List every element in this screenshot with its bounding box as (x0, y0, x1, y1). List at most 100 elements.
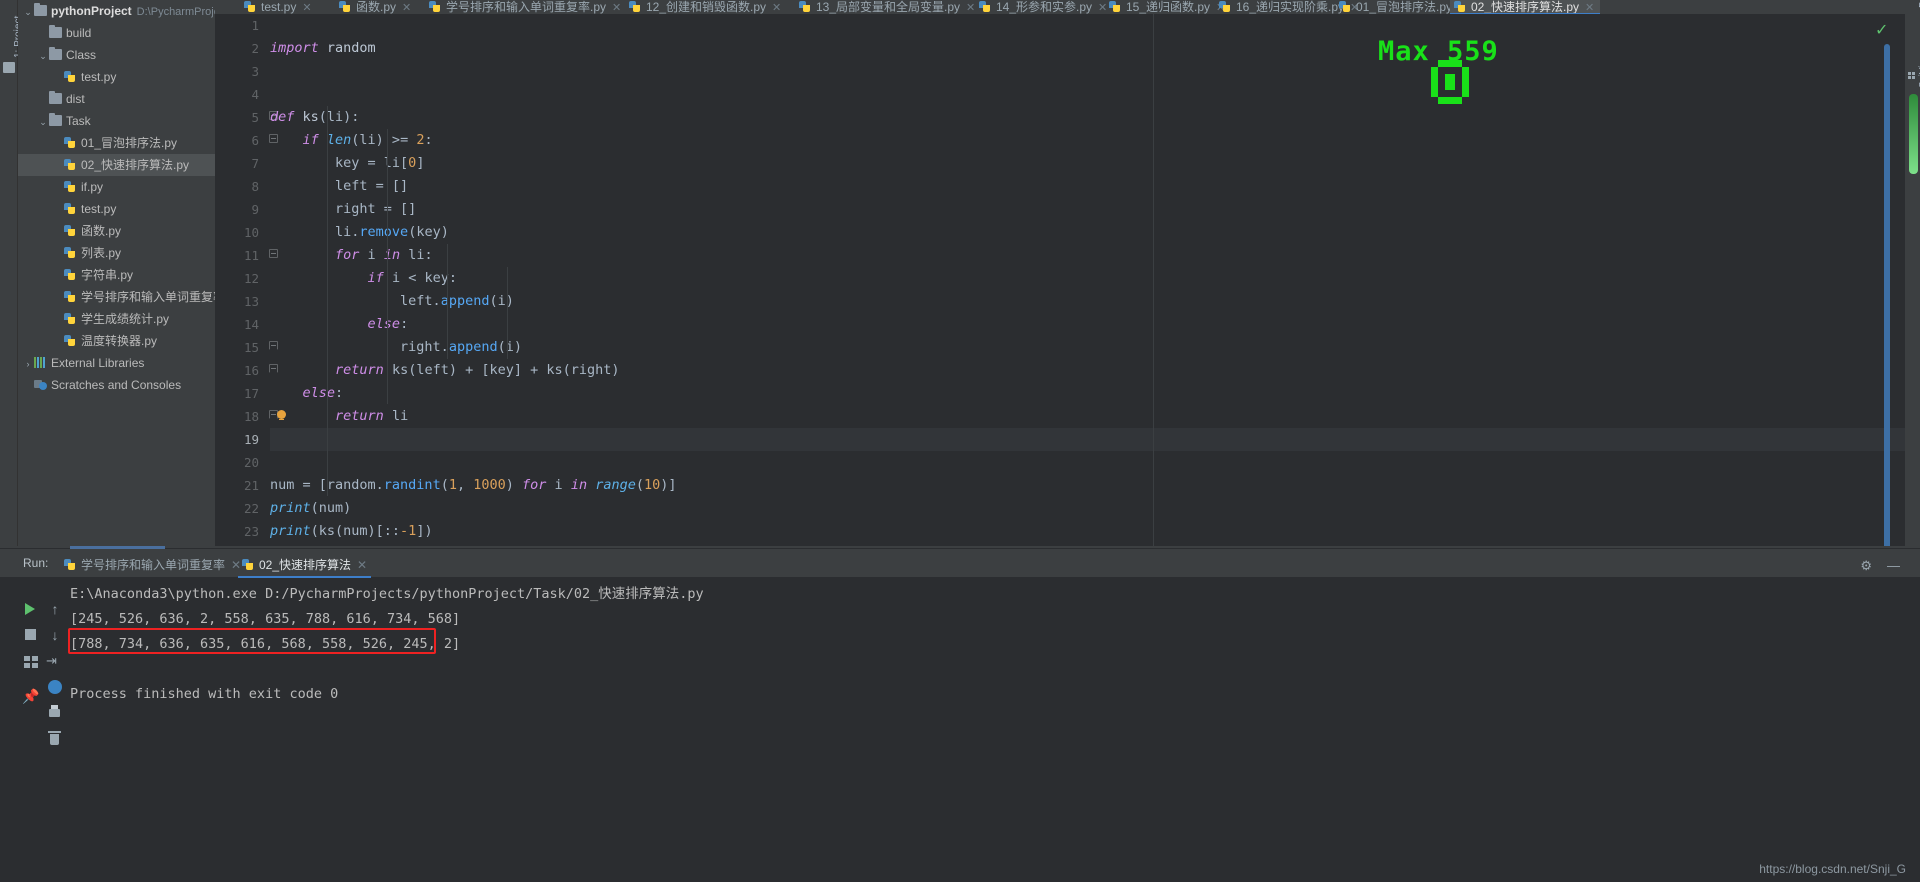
tree-item-15[interactable]: 温度转换器.py (18, 330, 215, 352)
close-icon[interactable]: ✕ (1585, 2, 1594, 14)
editor-vertical-scrollbar[interactable] (1884, 44, 1890, 560)
pin-tab-icon[interactable]: 📌 (22, 688, 40, 706)
tree-item-7[interactable]: 02_快速排序算法.py (18, 154, 215, 176)
code-line[interactable]: return li (270, 405, 1905, 428)
scroll-to-end-button[interactable] (46, 678, 64, 696)
tree-item-10[interactable]: 函数.py (18, 220, 215, 242)
code-line[interactable]: num = [random.randint(1, 1000) for i in … (270, 474, 1905, 497)
console-output[interactable]: E:\Anaconda3\python.exe D:/PycharmProjec… (70, 582, 1890, 882)
code-line[interactable]: print(ks(num)[::-1]) (270, 520, 1905, 543)
sciview-thumb[interactable] (1909, 94, 1918, 174)
code-token: append (440, 293, 490, 309)
code-line[interactable] (270, 428, 1905, 451)
code-token: right = [] (270, 201, 417, 217)
tree-item-9[interactable]: test.py (18, 198, 215, 220)
tree-item-6[interactable]: 01_冒泡排序法.py (18, 132, 215, 154)
code-token: (num) (310, 500, 352, 516)
tree-item-12[interactable]: 字符串.py (18, 264, 215, 286)
code-line[interactable] (270, 83, 1905, 106)
code-line[interactable] (270, 451, 1905, 474)
close-icon[interactable]: ✕ (302, 2, 311, 14)
close-icon[interactable]: ✕ (357, 558, 367, 572)
code-line[interactable]: print(num) (270, 497, 1905, 520)
tree-item-8[interactable]: if.py (18, 176, 215, 198)
inspection-ok-icon[interactable]: ✓ (1875, 20, 1888, 40)
tree-item-11[interactable]: 列表.py (18, 242, 215, 264)
print-button[interactable] (46, 704, 64, 722)
clear-all-button[interactable] (46, 730, 64, 748)
code-line[interactable] (270, 60, 1905, 83)
code-line[interactable]: li.remove(key) (270, 221, 1905, 244)
editor-tab-6[interactable]: 15_递归函数.py ✕ (1105, 0, 1231, 14)
close-icon[interactable]: ✕ (966, 2, 975, 14)
python-file-icon (1109, 1, 1122, 12)
scroll-up-button[interactable]: ↑ (46, 600, 64, 618)
project-tree-panel[interactable]: ⌄ pythonProject D:\PycharmProject build ⌄ Cla… (18, 0, 215, 546)
tree-item-16[interactable]: › External Libraries (18, 352, 215, 374)
line-number: 18 (243, 409, 259, 424)
editor-tab-1[interactable]: 函数.py ✕ (335, 0, 417, 14)
code-text-area[interactable]: import random def ks(li): if len(li) >= … (270, 14, 1905, 546)
code-line[interactable]: right.append(i) (270, 336, 1905, 359)
code-line[interactable] (270, 14, 1905, 37)
code-line[interactable]: else: (270, 382, 1905, 405)
editor-tab-0[interactable]: test.py ✕ (240, 0, 318, 14)
code-line[interactable]: left.append(i) (270, 290, 1905, 313)
close-icon[interactable]: ✕ (612, 2, 621, 14)
tree-item-17[interactable]: Scratches and Consoles (18, 374, 215, 396)
line-number: 12 (243, 271, 259, 286)
scroll-down-button[interactable]: ↓ (46, 626, 64, 644)
code-line[interactable]: if i < key: (270, 267, 1905, 290)
code-editor[interactable]: 1 2 3 4 5 6 7 8 9 10 11 12 13 14 15 16 17 18 19 20 21 22 23 im… (215, 14, 1905, 546)
code-line[interactable]: key = li[0] (270, 152, 1905, 175)
run-tab-1[interactable]: 02_快速排序算法 ✕ (238, 553, 372, 578)
libraries-icon (34, 357, 47, 368)
editor-tab-2[interactable]: 学号排序和输入单词重复率.py ✕ (425, 0, 627, 14)
tree-item-14[interactable]: 学生成绩统计.py (18, 308, 215, 330)
code-line[interactable]: right = [] (270, 198, 1905, 221)
tree-item-13[interactable]: 学号排序和输入单词重复率.py (18, 286, 215, 308)
chevron-right-icon[interactable]: › (22, 353, 34, 375)
line-number: 2 (251, 41, 259, 56)
code-line[interactable]: left = [] (270, 175, 1905, 198)
editor-tab-label: test.py (261, 0, 297, 14)
tree-item-2[interactable]: ⌄ Class (18, 44, 215, 66)
python-file-icon (1454, 1, 1467, 12)
minimize-icon[interactable]: — (1887, 558, 1900, 573)
code-line[interactable]: for i in li: (270, 244, 1905, 267)
editor-tab-5[interactable]: 14_形参和实参.py ✕ (975, 0, 1113, 14)
chevron-down-icon[interactable]: ⌄ (22, 1, 34, 23)
editor-tab-3[interactable]: 12_创建和销毁函数.py ✕ (625, 0, 787, 14)
rerun-button[interactable] (22, 600, 40, 618)
project-tree[interactable]: ⌄ pythonProject D:\PycharmProject build ⌄ Cla… (18, 0, 215, 396)
code-line[interactable]: return ks(left) + [key] + ks(right) (270, 359, 1905, 382)
chevron-down-icon[interactable]: ⌄ (37, 111, 49, 133)
code-line[interactable]: def ks(li): (270, 106, 1905, 129)
tree-item-0[interactable]: ⌄ pythonProject D:\PycharmProject (18, 0, 215, 22)
scratches-icon (34, 379, 47, 390)
run-panel-divider[interactable] (0, 546, 1920, 548)
editor-tab-4[interactable]: 13_局部变量和全局变量.py ✕ (795, 0, 981, 14)
code-line[interactable]: import random (270, 37, 1905, 60)
tree-item-5[interactable]: ⌄ Task (18, 110, 215, 132)
tree-item-label: 学号排序和输入单词重复率.py (81, 290, 215, 304)
show-tabs-button[interactable] (22, 652, 40, 670)
settings-gear-icon[interactable]: ⚙ (1860, 558, 1872, 574)
tree-item-1[interactable]: build (18, 22, 215, 44)
stop-button[interactable] (22, 626, 40, 644)
run-side-toolbar[interactable]: ↑ ↓ ⇥ 📌 (22, 580, 70, 880)
editor-tab-9[interactable]: 02_快速排序算法.py ✕ (1450, 0, 1601, 14)
chevron-down-icon[interactable]: ⌄ (37, 45, 49, 67)
tree-item-3[interactable]: test.py (18, 66, 215, 88)
code-line[interactable]: if len(li) >= 2: (270, 129, 1905, 152)
tree-item-4[interactable]: dist (18, 88, 215, 110)
editor-tab-strip[interactable]: test.py ✕ 函数.py ✕ 学号排序和输入单词重复率.py ✕ 12_创建和销毁函数… (215, 0, 1905, 14)
close-icon[interactable]: ✕ (402, 2, 411, 14)
close-icon[interactable]: ✕ (772, 2, 781, 14)
run-tool-window[interactable]: Run: 学号排序和输入单词重复率 ✕ 02_快速排序算法 ✕ ⚙ — ↑ ↓ ⇥ 📌… (0, 546, 1920, 882)
code-line[interactable]: else: (270, 313, 1905, 336)
soft-wrap-button[interactable]: ⇥ (46, 652, 64, 670)
run-tab-0[interactable]: 学号排序和输入单词重复率 ✕ (60, 553, 245, 577)
